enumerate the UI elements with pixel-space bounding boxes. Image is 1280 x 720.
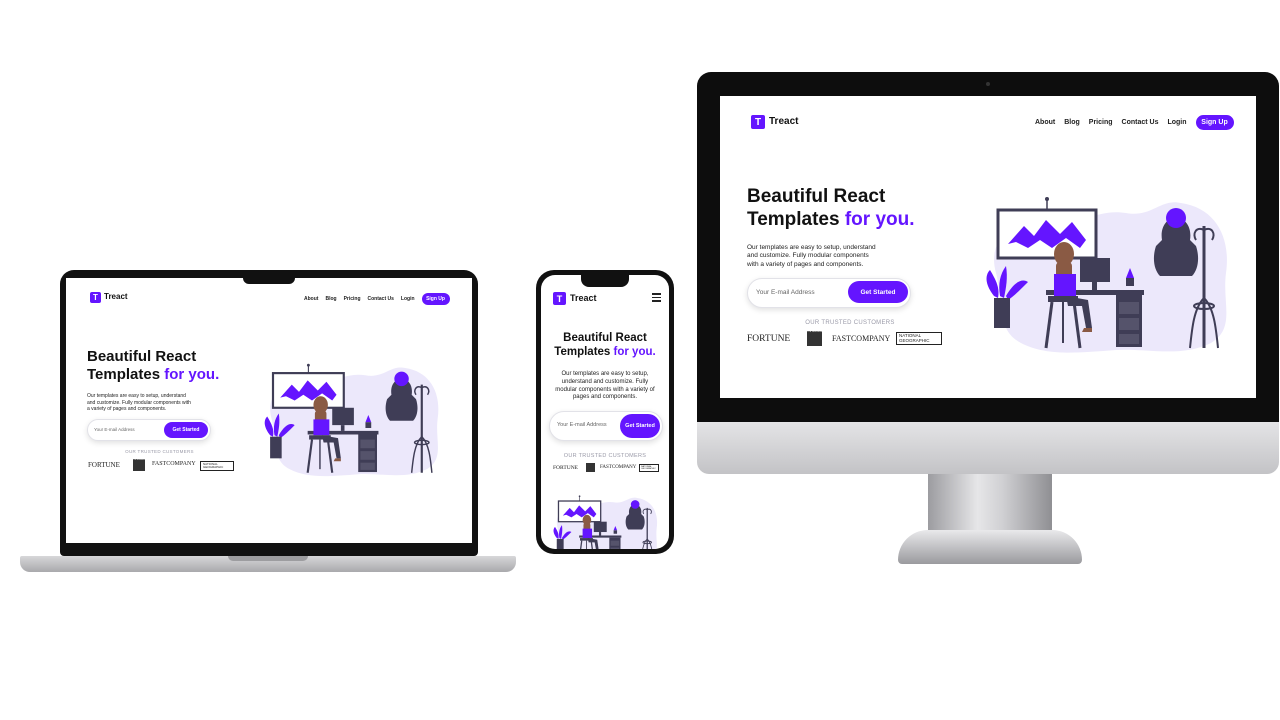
camera: [986, 82, 990, 86]
top-nav: About Blog Pricing Contact Us Login Sign…: [1035, 115, 1234, 130]
customer-natgeo: NATIONAL GEOGRAPHIC: [896, 332, 942, 345]
get-started-button[interactable]: Get Started: [164, 422, 208, 438]
trusted-label: OUR TRUSTED CUSTOMERS: [125, 449, 194, 454]
customer-natgeo: NATIONAL GEOGRAPHIC: [639, 464, 659, 473]
nav-about[interactable]: About: [304, 296, 318, 302]
hero-description: Our templates are easy to setup, underst…: [747, 244, 876, 268]
desktop-screen: T Treact About Blog Pricing Contact Us L…: [720, 96, 1256, 398]
top-nav: About Blog Pricing Contact Us Login Sign…: [304, 293, 450, 305]
nav-contact[interactable]: Contact Us: [1122, 119, 1159, 126]
nav-blog[interactable]: Blog: [325, 296, 336, 302]
headline-accent: for you.: [844, 208, 915, 230]
monitor-chin: [697, 422, 1279, 474]
logo-t-icon[interactable]: T: [553, 292, 566, 305]
desk-illustration: [975, 178, 1237, 358]
email-signup-form: Your E-mail Address Get Started: [549, 411, 663, 441]
brand-name[interactable]: Treact: [570, 293, 597, 303]
monitor-stand: [928, 474, 1052, 532]
trusted-label: OUR TRUSTED CUSTOMERS: [805, 320, 895, 326]
hero-description: Our templates are easy to setup, underst…: [555, 371, 655, 401]
nav-contact[interactable]: Contact Us: [368, 296, 394, 302]
customer-fortune: FORTUNE: [747, 334, 791, 344]
brand-name[interactable]: Treact: [769, 116, 798, 127]
laptop-device: T Treact About Blog Pricing Contact Us L…: [60, 270, 478, 556]
hero-headline: Beautiful React Templates for you.: [747, 186, 937, 232]
email-signup-form: Your E-mail Address Get Started: [747, 278, 911, 308]
signup-button[interactable]: Sign Up: [421, 293, 450, 305]
customer-natgeo: NATIONAL GEOGRAPHIC: [200, 461, 234, 471]
laptop-screen: T Treact About Blog Pricing Contact Us L…: [66, 278, 472, 543]
brand-name[interactable]: Treact: [104, 292, 128, 301]
customer-fortune: FORTUNE: [553, 465, 579, 471]
customer-fastcompany: FASTCOMPANY: [832, 334, 891, 343]
desk-illustration: [256, 350, 446, 480]
signup-button[interactable]: Sign Up: [1195, 115, 1234, 130]
logo-t-icon[interactable]: T: [90, 292, 101, 303]
hero-description: Our templates are easy to setup, underst…: [87, 393, 191, 412]
hero-headline: Beautiful React Templates for you.: [551, 332, 659, 360]
customer-ft: The Business Financial: [807, 331, 822, 346]
nav-pricing[interactable]: Pricing: [344, 296, 361, 302]
nav-login[interactable]: Login: [401, 296, 415, 302]
monitor-foot: [898, 530, 1082, 564]
headline-accent: for you.: [613, 345, 656, 358]
nav-about[interactable]: About: [1035, 119, 1055, 126]
laptop-base: [20, 556, 516, 572]
desktop-monitor: T Treact About Blog Pricing Contact Us L…: [697, 72, 1279, 422]
email-input[interactable]: Your E-mail Address: [756, 289, 815, 296]
headline-accent: for you.: [164, 366, 220, 383]
phone-screen: T Treact Beautiful React Templates for y…: [541, 275, 669, 549]
get-started-button[interactable]: Get Started: [620, 414, 660, 438]
trusted-label: OUR TRUSTED CUSTOMERS: [563, 453, 647, 459]
hamburger-menu-icon[interactable]: [652, 293, 661, 302]
desk-illustration: [549, 487, 661, 549]
nav-pricing[interactable]: Pricing: [1089, 119, 1113, 126]
laptop-notch: [243, 270, 295, 284]
get-started-button[interactable]: Get Started: [848, 281, 908, 303]
nav-blog[interactable]: Blog: [1064, 119, 1080, 126]
logo-t-icon[interactable]: T: [751, 115, 765, 129]
email-input[interactable]: Your E-mail Address: [557, 422, 607, 428]
customer-fortune: FORTUNE: [88, 461, 120, 469]
customer-fastcompany: FASTCOMPANY: [152, 461, 196, 467]
phone-device: T Treact Beautiful React Templates for y…: [536, 270, 674, 554]
email-signup-form: Your E-mail Address Get Started: [87, 419, 211, 441]
hero-headline: Beautiful React Templates for you.: [87, 348, 227, 384]
customer-ft: The Business Financial: [586, 463, 595, 472]
email-input[interactable]: Your E-mail Address: [94, 427, 135, 432]
customer-ft: The Business Financial: [133, 459, 145, 471]
customer-fastcompany: FASTCOMPANY: [600, 465, 637, 470]
nav-login[interactable]: Login: [1167, 119, 1186, 126]
phone-notch: [581, 275, 629, 287]
